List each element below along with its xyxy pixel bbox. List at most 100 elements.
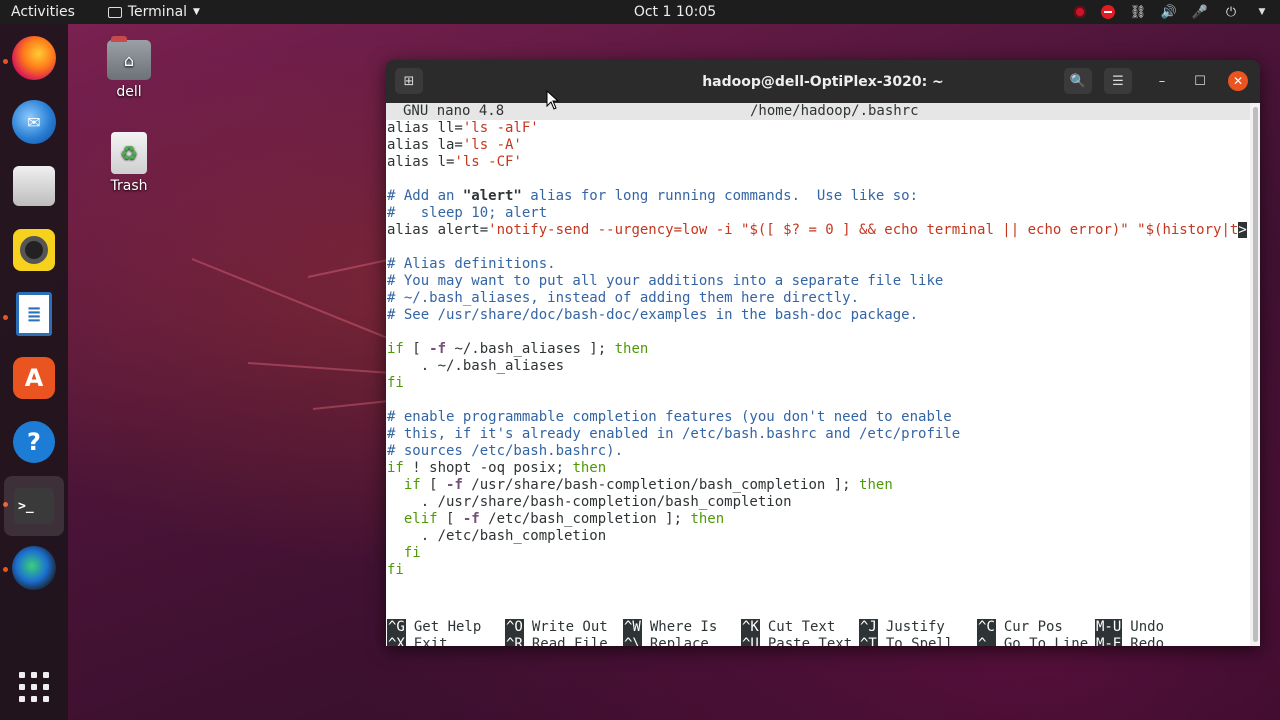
code-line[interactable]: if [ -f ~/.bash_aliases ]; then [387,341,1247,358]
code-line[interactable]: alias la='ls -A' [387,137,1247,154]
code-token: # this, if it's already enabled in /etc/… [387,426,961,442]
power-icon[interactable]: ⏻ [1223,4,1239,20]
code-line[interactable]: fi [387,545,1247,562]
code-line[interactable]: # sources /etc/bash.bashrc). [387,443,1247,460]
code-line[interactable]: elif [ -f /etc/bash_completion ]; then [387,511,1247,528]
search-icon: 🔍 [1069,73,1087,89]
dock: ✉ ≣ A ? >_ [0,24,68,720]
code-line[interactable]: # enable programmable completion feature… [387,409,1247,426]
code-line[interactable]: # Alias definitions. [387,256,1247,273]
code-token: then [614,341,649,357]
running-indicator [3,59,8,64]
network-icon[interactable]: ⛓ [1130,4,1147,20]
code-line[interactable]: # this, if it's already enabled in /etc/… [387,426,1247,443]
code-line[interactable]: # Add an "alert" alias for long running … [387,188,1247,205]
code-line[interactable]: if [ -f /usr/share/bash-completion/bash_… [387,477,1247,494]
desktop-home-label: dell [116,84,142,100]
home-folder-icon: ⌂ [107,36,151,80]
firefox-icon [12,36,56,80]
shortcut-label: Undo [1130,619,1165,635]
dock-thunderbird[interactable]: ✉ [10,98,58,146]
code-line[interactable]: # ~/.bash_aliases, instead of adding the… [387,290,1247,307]
code-token: > [1238,222,1247,238]
shortcut-item: ^T To Spell [859,636,977,646]
terminal-content[interactable]: GNU nano 4.8 /home/hadoop/.bashrc alias … [386,103,1250,646]
dock-help[interactable]: ? [10,418,58,466]
desktop-trash[interactable]: ♻ Trash [89,132,169,194]
writer-icon: ≣ [16,292,52,336]
code-line[interactable]: if ! shopt -oq posix; then [387,460,1247,477]
code-line[interactable]: alias l='ls -CF' [387,154,1247,171]
code-token: . ~/.bash_aliases [387,358,565,374]
clock-label[interactable]: Oct 1 10:05 [634,4,716,20]
wallpaper-line [191,258,406,347]
dock-files[interactable] [10,162,58,210]
code-token: alias alert= [387,222,489,238]
code-line[interactable]: fi [387,375,1247,392]
code-line[interactable]: # You may want to put all your additions… [387,273,1247,290]
shortcut-item: ^C Cur Pos [977,619,1095,636]
terminal-window: ⊞ hadoop@dell-OptiPlex-3020: ~ 🔍 ☰ – ☐ ✕… [386,60,1260,646]
desktop-home-folder[interactable]: ⌂ dell [89,36,169,100]
scrollbar-thumb[interactable] [1253,107,1258,642]
shortcut-label: Go To Line [1003,636,1089,646]
shortcut-label: Cut Text [767,619,836,635]
code-line[interactable]: . ~/.bash_aliases [387,358,1247,375]
code-token: if [387,341,404,357]
close-icon: ✕ [1232,74,1244,88]
maximize-button[interactable]: ☐ [1186,68,1214,94]
code-line[interactable] [387,324,1247,341]
code-token: /usr/share/bash-completion/bash_completi… [462,477,860,493]
code-line[interactable]: fi [387,562,1247,579]
shortcut-label: Write Out [531,619,608,635]
code-line[interactable]: alias alert='notify-send --urgency=low -… [387,222,1247,239]
code-line[interactable]: alias ll='ls -alF' [387,120,1247,137]
running-indicator [3,567,8,572]
help-row: ^G Get Help ^O Write Out ^W Where Is ^K Cut Tex… [387,619,1213,636]
shortcut-key: ^R [505,636,524,646]
code-token: -f [446,477,463,493]
app-menu[interactable]: Terminal ▼ [107,4,200,20]
new-tab-button[interactable]: ⊞ [395,68,423,94]
shortcut-item: M-E Redo [1095,636,1213,646]
code-line[interactable]: . /usr/share/bash-completion/bash_comple… [387,494,1247,511]
dock-rhythmbox[interactable] [10,226,58,274]
minimize-button[interactable]: – [1148,68,1176,94]
shortcut-item: ^U Paste Text [741,636,859,646]
code-line[interactable]: # See /usr/share/doc/bash-doc/examples i… [387,307,1247,324]
microphone-icon[interactable]: 🎤 [1192,4,1208,20]
shortcut-key: ^G [387,619,406,636]
help-row: ^X Exit ^R Read File ^\ Replace ^U Paste Text ^T… [387,636,1213,646]
show-applications-icon[interactable] [19,672,49,702]
do-not-disturb-icon[interactable] [1101,5,1115,19]
shortcut-key: ^J [859,619,878,636]
dock-firefox[interactable] [10,34,58,82]
window-titlebar[interactable]: ⊞ hadoop@dell-OptiPlex-3020: ~ 🔍 ☰ – ☐ ✕ [386,60,1260,103]
maximize-icon: ☐ [1194,73,1206,89]
dock-writer[interactable]: ≣ [10,290,58,338]
record-icon[interactable] [1074,6,1086,18]
tray-caret-icon[interactable]: ▼ [1254,4,1270,20]
minimize-icon: – [1158,73,1166,89]
code-token: then [690,511,725,527]
code-line[interactable]: . /etc/bash_completion [387,528,1247,545]
editor-buffer[interactable]: alias ll='ls -alF' alias la='ls -A' alias … [387,120,1247,579]
shortcut-key: ^_ [977,636,996,646]
close-button[interactable]: ✕ [1228,71,1248,91]
dock-browser[interactable] [10,544,58,592]
code-line[interactable]: # sleep 10; alert [387,205,1247,222]
shortcut-item: ^W Where Is [623,619,741,636]
search-button[interactable]: 🔍 [1064,68,1092,94]
code-line[interactable] [387,171,1247,188]
dock-software[interactable]: A [10,354,58,402]
dock-terminal[interactable]: >_ [4,476,64,536]
volume-icon[interactable]: 🔊 [1161,4,1177,20]
code-token: 'ls -alF' [462,120,539,136]
code-line[interactable] [387,392,1247,409]
shortcut-key: ^O [505,619,524,636]
menu-button[interactable]: ☰ [1104,68,1132,94]
terminal-icon [107,6,122,18]
activities-button[interactable]: Activities [0,4,86,20]
code-line[interactable] [387,239,1247,256]
